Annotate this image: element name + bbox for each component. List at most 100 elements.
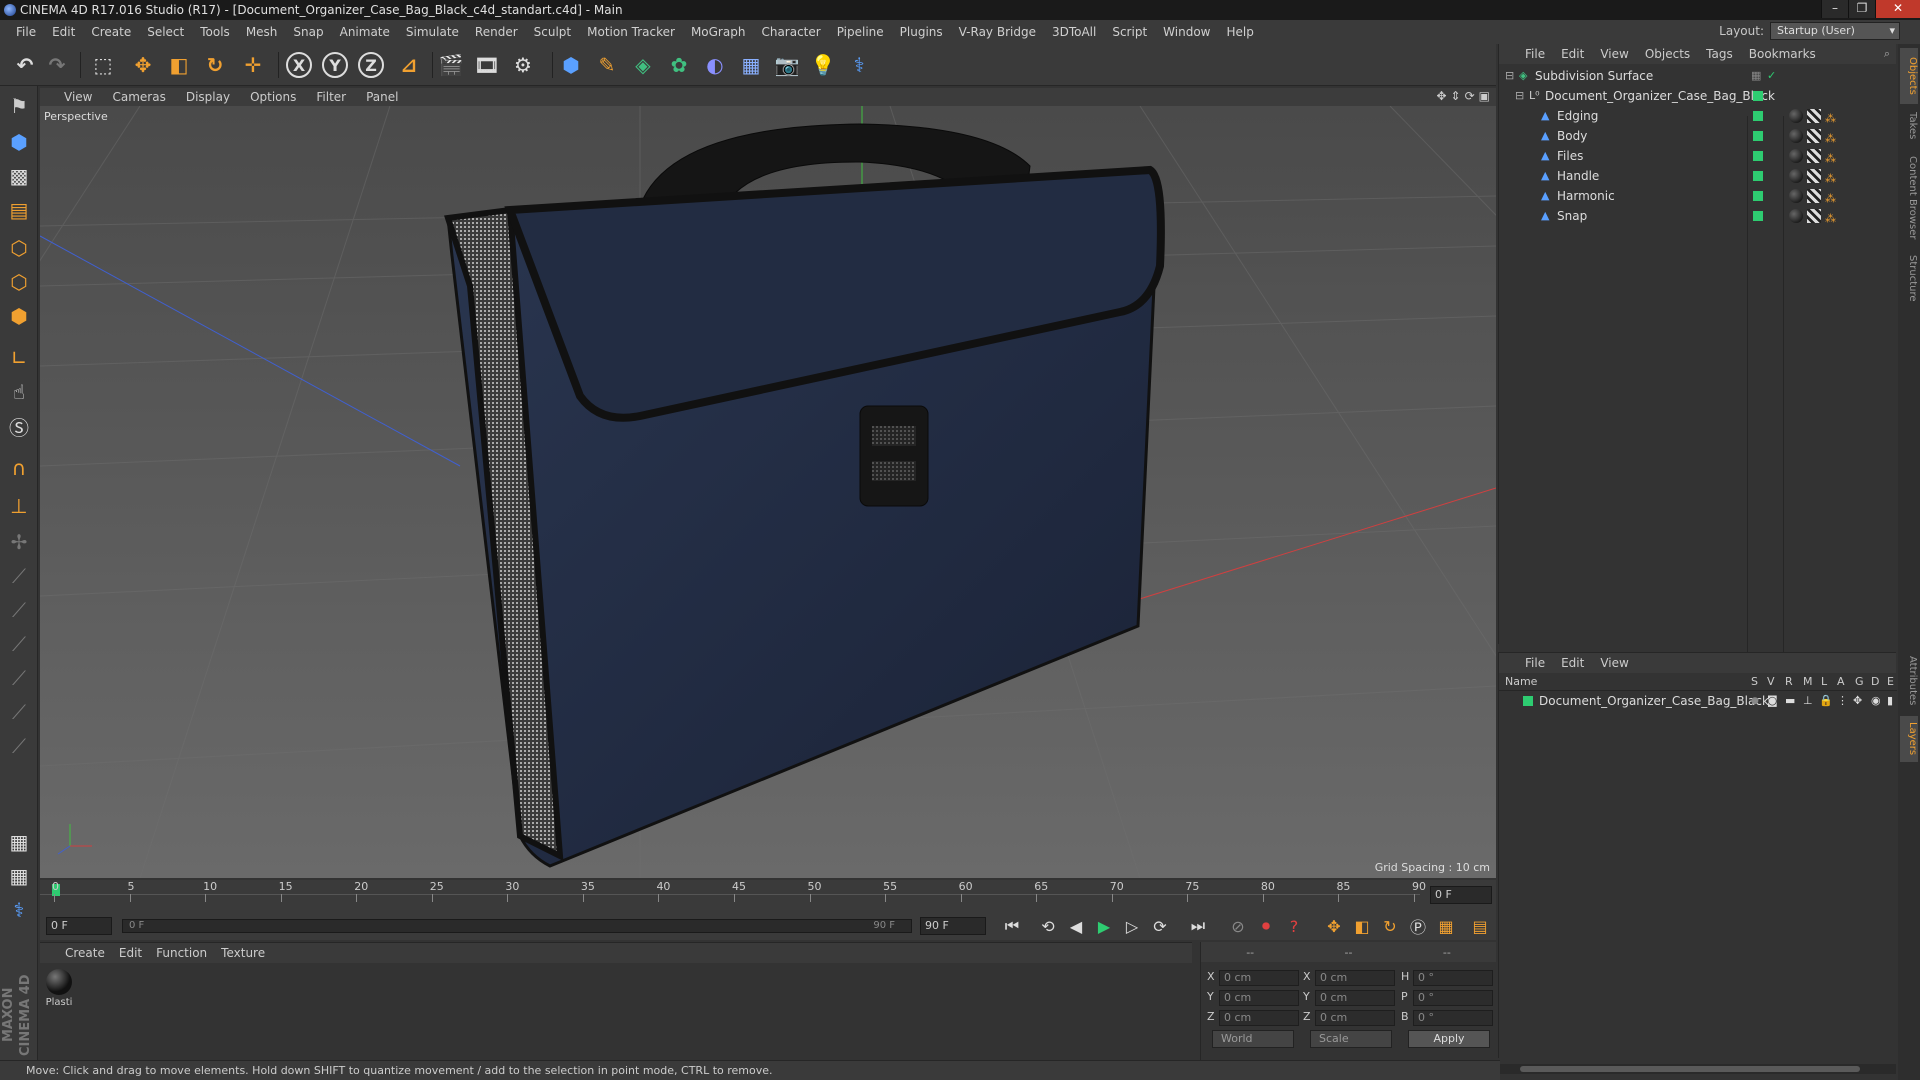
previous-key-icon[interactable]: ⟲: [1036, 914, 1060, 938]
python-icon[interactable]: ⚕: [3, 894, 35, 926]
tweak-mode-icon[interactable]: ☝: [3, 376, 35, 408]
play-icon[interactable]: ▶: [1092, 914, 1116, 938]
lock-workplane-icon[interactable]: ▦: [3, 826, 35, 858]
y-axis-lock-button[interactable]: Y: [320, 50, 350, 80]
grid-snap-icon[interactable]: ▦: [3, 860, 35, 892]
object-row[interactable]: ▲ Snap ⁂: [1499, 206, 1897, 226]
make-editable-icon[interactable]: ⚑: [3, 90, 35, 122]
menu-tools[interactable]: Tools: [192, 20, 238, 44]
minimize-button[interactable]: –: [1821, 0, 1848, 18]
phong-tag-icon[interactable]: ⁂: [1825, 149, 1837, 165]
manager-column-header[interactable]: M: [1803, 675, 1813, 688]
tab-objects[interactable]: Objects: [1900, 48, 1918, 104]
toggle-view-icon[interactable]: ▣: [1479, 89, 1490, 103]
material-menu-edit[interactable]: Edit: [112, 946, 149, 960]
viewport-menu-options[interactable]: Options: [240, 90, 306, 104]
menu-mesh[interactable]: Mesh: [238, 20, 286, 44]
size-z-field[interactable]: 0 cm: [1315, 1010, 1395, 1026]
rotation-b-field[interactable]: 0 °: [1413, 1010, 1493, 1026]
material-tag-icon[interactable]: [1789, 209, 1803, 223]
generator-toggle-icon[interactable]: ✥: [1853, 695, 1865, 707]
material-tag-icon[interactable]: [1789, 189, 1803, 203]
layer-color-flag[interactable]: [1753, 191, 1763, 201]
texture-mode-icon[interactable]: ▩: [3, 160, 35, 192]
layer-color-flag[interactable]: [1753, 151, 1763, 161]
view-column-header[interactable]: V: [1767, 675, 1775, 688]
key-rotation-icon[interactable]: ↻: [1378, 914, 1402, 938]
position-y-field[interactable]: 0 cm: [1219, 990, 1299, 1006]
deformers-column-header[interactable]: D: [1871, 675, 1879, 688]
viewport-menu-filter[interactable]: Filter: [306, 90, 356, 104]
subdivision-surface-icon[interactable]: ◈: [628, 50, 658, 80]
render-picture-viewer-icon[interactable]: 🎞: [472, 50, 502, 80]
menu-sculpt[interactable]: Sculpt: [526, 20, 579, 44]
search-icon[interactable]: ⌕: [1884, 47, 1896, 61]
menu-mograph[interactable]: MoGraph: [683, 20, 754, 44]
objects-menu-edit[interactable]: Edit: [1553, 47, 1592, 61]
next-key-icon[interactable]: ⟳: [1148, 914, 1172, 938]
snap-toggle-icon[interactable]: Ⓢ: [3, 410, 35, 442]
render-toggle-icon[interactable]: ▬: [1785, 695, 1797, 707]
model-mode-icon[interactable]: ⬢: [3, 126, 35, 158]
object-row[interactable]: ⊟ ◈ Subdivision Surface ▦ ✓: [1499, 66, 1897, 86]
texture-tag-icon[interactable]: [1807, 149, 1821, 163]
enabled-check-icon[interactable]: ✓: [1767, 70, 1779, 82]
viewport-menu-display[interactable]: Display: [176, 90, 240, 104]
menu-simulate[interactable]: Simulate: [398, 20, 467, 44]
rotate-view-icon[interactable]: ⟳: [1465, 89, 1475, 103]
current-frame-field[interactable]: 0 F: [1430, 886, 1492, 904]
axis-mode-icon[interactable]: ∟: [3, 342, 35, 374]
menu-select[interactable]: Select: [139, 20, 192, 44]
coordinate-system-icon[interactable]: ⊿: [394, 50, 424, 80]
viewport-menu-cameras[interactable]: Cameras: [102, 90, 175, 104]
dolly-view-icon[interactable]: ⇕: [1451, 89, 1461, 103]
material-tag-icon[interactable]: [1789, 129, 1803, 143]
objects-menu-file[interactable]: File: [1517, 47, 1553, 61]
scrollbar-thumb[interactable]: [1520, 1066, 1860, 1072]
objects-menu-view[interactable]: View: [1592, 47, 1636, 61]
x-axis-lock-button[interactable]: X: [284, 50, 314, 80]
menu-edit[interactable]: Edit: [44, 20, 83, 44]
phong-tag-icon[interactable]: ⁂: [1825, 109, 1837, 125]
autokeying-icon[interactable]: ⏺: [1254, 914, 1278, 938]
menu-snap[interactable]: Snap: [285, 20, 331, 44]
key-scale-icon[interactable]: ◧: [1350, 914, 1374, 938]
layer-row[interactable]: Document_Organizer_Case_Bag_Black ● ◙ ▬ …: [1499, 691, 1897, 711]
object-row[interactable]: ▲ Body ⁂: [1499, 126, 1897, 146]
viewport-menu-panel[interactable]: Panel: [356, 90, 408, 104]
mograph-cloner-icon[interactable]: ✿: [664, 50, 694, 80]
menu-create[interactable]: Create: [83, 20, 139, 44]
light-icon[interactable]: 💡: [808, 50, 838, 80]
menu-script[interactable]: Script: [1104, 20, 1155, 44]
layer-color-flag[interactable]: [1753, 171, 1763, 181]
layers-menu-file[interactable]: File: [1517, 656, 1553, 670]
maximize-button[interactable]: ❐: [1848, 0, 1875, 18]
size-y-field[interactable]: 0 cm: [1315, 990, 1395, 1006]
menu-plugins[interactable]: Plugins: [892, 20, 951, 44]
material-tag-icon[interactable]: [1789, 169, 1803, 183]
menu-3dtoall[interactable]: 3DToAll: [1044, 20, 1104, 44]
z-axis-lock-button[interactable]: Z: [356, 50, 386, 80]
undo-icon[interactable]: ↶: [10, 50, 40, 80]
object-row[interactable]: ▲ Harmonic ⁂: [1499, 186, 1897, 206]
go-to-end-icon[interactable]: ⏭: [1186, 914, 1210, 938]
close-button[interactable]: ✕: [1875, 0, 1920, 18]
layer-color-flag[interactable]: [1753, 211, 1763, 221]
workplane-icon[interactable]: ⊥: [3, 490, 35, 522]
material-swatch[interactable]: Plasti: [44, 969, 74, 1008]
sculpt-grab-icon[interactable]: ⟋: [3, 696, 35, 728]
camera-icon[interactable]: 📷: [772, 50, 802, 80]
rotation-h-field[interactable]: 0 °: [1413, 970, 1493, 986]
tab-layers[interactable]: Layers: [1900, 716, 1918, 762]
deformer-icon[interactable]: ◐: [700, 50, 730, 80]
layer-slot-icon[interactable]: ▦: [1751, 70, 1763, 82]
redo-icon[interactable]: ↷: [42, 50, 72, 80]
magnet-tool-icon[interactable]: ∩: [3, 452, 35, 484]
cube-object-icon[interactable]: ⬢: [556, 50, 586, 80]
floor-scene-icon[interactable]: ▦: [736, 50, 766, 80]
workplane-mode-icon[interactable]: ▤: [3, 194, 35, 226]
3d-viewport[interactable]: Perspective Grid Spacing : 10 cm: [40, 106, 1496, 878]
object-row[interactable]: ▲ Handle ⁂: [1499, 166, 1897, 186]
view-toggle-icon[interactable]: ◙: [1767, 695, 1779, 707]
render-settings-icon[interactable]: ⚙: [508, 50, 538, 80]
